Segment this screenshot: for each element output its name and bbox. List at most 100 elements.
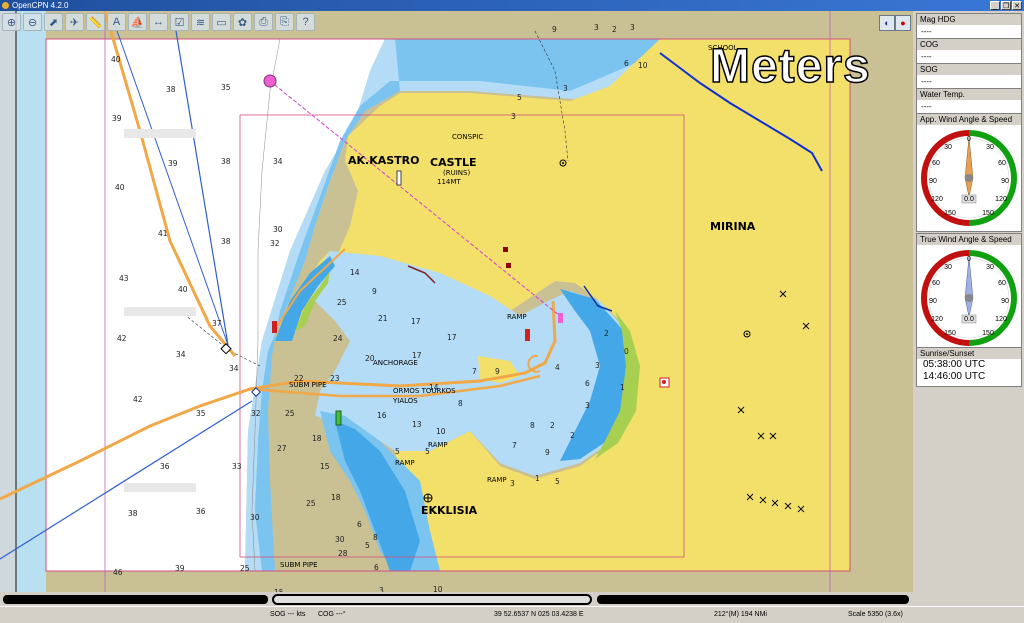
depth-sounding: 22 [294, 374, 304, 383]
layers-icon[interactable]: ≋ [191, 13, 210, 31]
depth-sounding: 10 [638, 61, 648, 70]
app-wind-dial: 0.0 0 30 30 60 60 90 90 120 120 150 150 [917, 125, 1021, 231]
depth-sounding: 6 [585, 379, 590, 388]
label-ormos: ORMOS TOURKOS [393, 387, 456, 395]
sunrise-value: 05:38:00 UTC [923, 359, 986, 370]
restore-button[interactable]: ❐ [1001, 1, 1011, 10]
depth-sounding: 3 [595, 361, 600, 370]
depth-sounding: 7 [512, 441, 517, 450]
depth-sounding: 5 [555, 477, 560, 486]
label-mirina: MIRINA [710, 220, 756, 233]
scroll-track-left[interactable] [3, 595, 268, 604]
zoom-out-icon[interactable]: ⊖ [23, 13, 42, 31]
svg-text:120: 120 [995, 196, 1007, 203]
about-icon[interactable]: ⎘ [275, 13, 294, 31]
svg-text:30: 30 [986, 144, 994, 151]
svg-text:150: 150 [944, 210, 956, 217]
measure-icon[interactable]: 📏 [86, 13, 105, 31]
svg-text:150: 150 [982, 210, 994, 217]
depth-sounding: 34 [229, 364, 239, 373]
route-icon[interactable]: ⛵ [128, 13, 147, 31]
water-temp-instrument: Water Temp. ---- [916, 88, 1022, 114]
svg-text:120: 120 [931, 196, 943, 203]
label-ramp-2: RAMP [428, 441, 448, 449]
tide-icon[interactable]: ▭ [212, 13, 231, 31]
depth-sounding: 21 [378, 314, 388, 323]
true-wind-dial: 0.0 0 30 30 60 60 90 90 120 120 150 150 [917, 245, 1021, 351]
depth-sounding: 25 [337, 298, 347, 307]
depth-sounding: 38 [166, 85, 176, 94]
depth-sounding: 3 [563, 84, 568, 93]
depth-sounding: 42 [117, 334, 127, 343]
depth-sounding: 30 [250, 513, 260, 522]
depth-sounding: 15 [320, 462, 330, 471]
depth-sounding: 37 [212, 319, 222, 328]
depth-sounding: 6 [374, 563, 379, 572]
depth-sounding: 30 [273, 225, 283, 234]
svg-text:90: 90 [929, 298, 937, 305]
depth-sounding: 33 [232, 462, 242, 471]
svg-text:150: 150 [944, 330, 956, 337]
label-akkastro: AK.KASTRO [348, 154, 420, 167]
track-icon[interactable]: ↔ [149, 13, 168, 31]
zoom-in-icon[interactable]: ⊕ [2, 13, 21, 31]
horizontal-scrollbar[interactable] [0, 592, 913, 606]
svg-text:30: 30 [944, 264, 952, 271]
svg-text:60: 60 [998, 280, 1006, 287]
chart-canvas[interactable]: ⊕ ⊖ ⬈ ✈ 📏 A ⛵ ↔ ☑ ≋ ▭ ✿ ⎙ ⎘ ? ◐ ● Meters… [0, 11, 913, 592]
app-wind-value: 0.0 [964, 196, 974, 203]
chart-quilt-icon[interactable]: ⬈ [44, 13, 63, 31]
true-wind-gauge: 0.0 0 30 30 60 60 90 90 120 120 150 150 [921, 250, 1017, 346]
cog-instrument: COG ---- [916, 38, 1022, 64]
depth-sounding: 6 [357, 520, 362, 529]
depth-sounding: 9 [552, 25, 557, 34]
window-title: OpenCPN 4.2.0 [12, 1, 69, 10]
svg-text:150: 150 [982, 330, 994, 337]
title-bar: OpenCPN 4.2.0 _ ❐ ✕ [0, 0, 1024, 11]
gps-status-icon[interactable]: ● [895, 15, 911, 31]
info-icon[interactable]: ? [296, 13, 315, 31]
depth-sounding: 38 [128, 509, 138, 518]
depth-sounding: 6 [624, 59, 629, 68]
sun-label: Sunrise/Sunset [917, 348, 1021, 359]
depth-sounding: 1 [620, 383, 625, 392]
compass-icon[interactable]: ◐ [879, 15, 895, 31]
depth-sounding: 17 [411, 317, 421, 326]
svg-text:60: 60 [932, 280, 940, 287]
true-wind-label: True Wind Angle & Speed [917, 234, 1021, 245]
water-temp-label: Water Temp. [917, 89, 1021, 100]
settings-icon[interactable]: ☑ [170, 13, 189, 31]
minimize-button[interactable]: _ [990, 1, 1000, 10]
depth-sounding: 8 [373, 533, 378, 542]
depth-sounding: 25 [240, 564, 250, 573]
depth-sounding: 39 [175, 564, 185, 573]
depth-sounding: 9 [372, 287, 377, 296]
label-subm-pipe-2: SUBM PIPE [280, 561, 318, 569]
main-toolbar: ⊕ ⊖ ⬈ ✈ 📏 A ⛵ ↔ ☑ ≋ ▭ ✿ ⎙ ⎘ ? [2, 13, 315, 31]
current-icon[interactable]: ✿ [233, 13, 252, 31]
status-cog: COG ---° [318, 611, 346, 618]
depth-sounding: 2 [550, 421, 555, 430]
label-ruins: (RUINS) [443, 169, 471, 177]
depth-sounding: 32 [270, 239, 280, 248]
scroll-thumb[interactable] [272, 594, 592, 605]
depth-sounding: 9 [495, 367, 500, 376]
text-icon[interactable]: A [107, 13, 126, 31]
label-castle: CASTLE [430, 156, 477, 169]
label-anchorage: ANCHORAGE [373, 359, 418, 367]
status-scale: Scale 5350 (3.6x) [848, 611, 903, 618]
depth-sounding: 7 [472, 367, 477, 376]
scroll-track-right[interactable] [597, 595, 909, 604]
close-button[interactable]: ✕ [1012, 1, 1022, 10]
depth-sounding: 36 [196, 507, 206, 516]
depth-sounding: 27 [277, 444, 287, 453]
svg-text:0: 0 [967, 256, 971, 263]
depth-sounding: 2 [604, 329, 609, 338]
mag-hdg-instrument: Mag HDG ---- [916, 13, 1022, 39]
auto-follow-icon[interactable]: ✈ [65, 13, 84, 31]
depth-sounding: 18 [331, 493, 341, 502]
svg-text:60: 60 [998, 160, 1006, 167]
print-icon[interactable]: ⎙ [254, 13, 273, 31]
depth-sounding: 5 [395, 447, 400, 456]
depth-sounding: 24 [333, 334, 343, 343]
